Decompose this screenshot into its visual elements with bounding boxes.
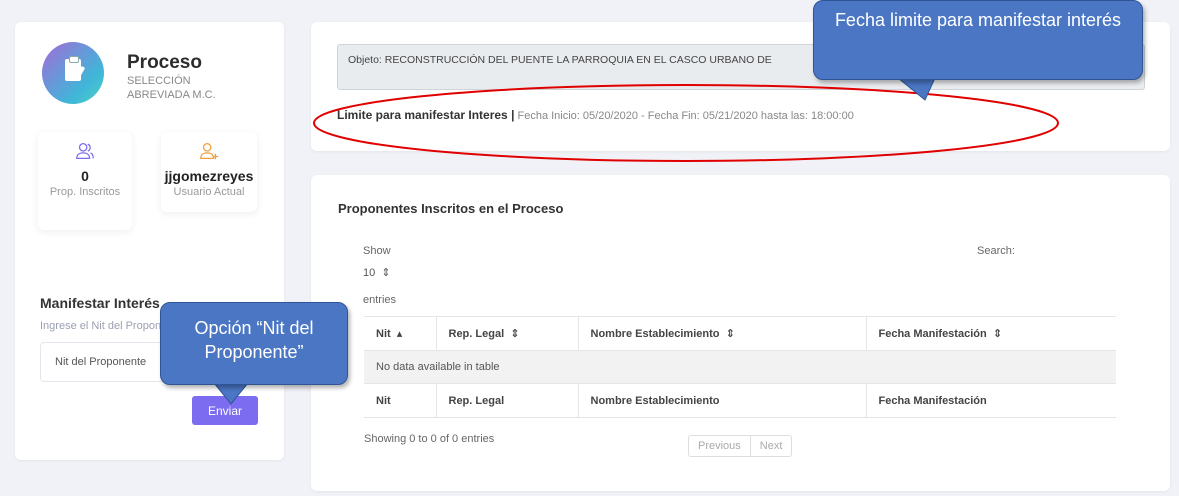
next-button[interactable]: Next <box>749 436 792 456</box>
show-label: Show <box>363 245 391 257</box>
process-title: Proceso <box>127 52 202 73</box>
users-icon <box>76 143 94 159</box>
table-row: No data available in table <box>364 350 1116 384</box>
stat-registered-bidders: 0 Prop. Inscritos <box>38 132 132 230</box>
process-card: Proceso SELECCIÓN ABREVIADA M.C. 0 Prop.… <box>15 22 284 460</box>
section-title: Proponentes Inscritos en el Proceso <box>338 201 564 216</box>
add-user-icon <box>200 143 219 160</box>
bidders-card: Proponentes Inscritos en el Proceso Show… <box>311 175 1170 491</box>
previous-button[interactable]: Previous <box>689 436 750 456</box>
page-length-value: 10 <box>363 267 376 279</box>
stat-label: Prop. Inscritos <box>49 186 121 198</box>
pagination: Previous Next <box>688 435 793 457</box>
limit-line: Limite para manifestar Interes | Fecha I… <box>337 108 854 122</box>
stat-value: 0 <box>81 168 89 184</box>
stat-current-user: jjgomezreyes Usuario Actual <box>161 132 257 212</box>
manifest-interest-title: Manifestar Interés <box>40 295 160 311</box>
column-header-nombre[interactable]: Nombre Establecimiento ⇕ <box>577 316 866 351</box>
process-subtitle: SELECCIÓN ABREVIADA M.C. <box>127 75 216 101</box>
footer-nombre: Nombre Establecimiento <box>577 383 866 418</box>
send-button[interactable]: Enviar <box>192 396 258 425</box>
clipboard-icon <box>42 42 104 104</box>
sort-icon: ⇕ <box>989 328 1003 340</box>
footer-nit: Nit <box>364 383 436 418</box>
sort-updown-icon: ⇕ <box>378 267 391 279</box>
search-label: Search: <box>977 245 1015 257</box>
column-header-rep-legal[interactable]: Rep. Legal ⇕ <box>435 316 578 351</box>
sort-asc-icon: ▴ <box>393 328 403 340</box>
stat-value: jjgomezreyes <box>164 168 254 184</box>
page-length-select[interactable]: 10 ⇕ <box>363 266 391 279</box>
footer-rep-legal: Rep. Legal <box>435 383 578 418</box>
limit-detail: Fecha Inicio: 05/20/2020 - Fecha Fin: 05… <box>517 110 854 122</box>
empty-message: No data available in table <box>364 350 1116 384</box>
nit-callout: Opción “Nit del Proponente” <box>160 302 348 385</box>
limit-title: Limite para manifestar Interes | <box>337 108 515 122</box>
sort-icon: ⇕ <box>722 328 735 340</box>
date-callout: Fecha limite para manifestar interés <box>813 0 1143 80</box>
column-header-fecha[interactable]: Fecha Manifestación ⇕ <box>865 316 1116 351</box>
column-header-nit[interactable]: Nit ▴ <box>364 316 436 351</box>
footer-fecha: Fecha Manifestación <box>865 383 1116 418</box>
sort-icon: ⇕ <box>507 328 520 340</box>
stat-label: Usuario Actual <box>173 186 245 198</box>
bidders-table: Nit ▴ Rep. Legal ⇕ Nombre Establecimient… <box>364 316 1116 418</box>
entries-label: entries <box>363 294 397 306</box>
table-info: Showing 0 to 0 of 0 entries <box>364 433 495 445</box>
